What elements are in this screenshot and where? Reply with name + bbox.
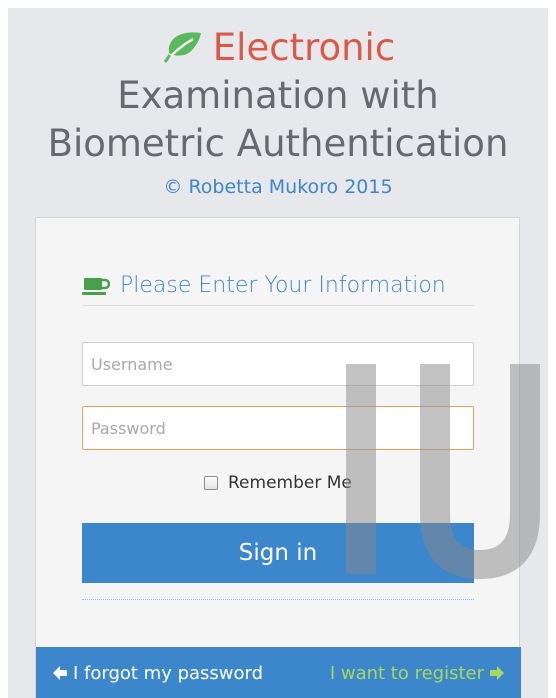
leaf-icon: [163, 32, 201, 63]
login-panel: Please Enter Your Information Remember M…: [35, 217, 521, 698]
register-link[interactable]: I want to register: [330, 663, 505, 684]
remember-me-label: Remember Me: [228, 473, 352, 493]
username-input[interactable]: [82, 342, 474, 386]
sign-in-button[interactable]: Sign in: [82, 523, 474, 583]
login-heading: Please Enter Your Information: [82, 266, 474, 306]
forgot-password-link[interactable]: I forgot my password: [52, 663, 263, 684]
copyright-text: © Robetta Mukoro 2015: [163, 176, 393, 198]
subtitle-line-2: Biometric Authentication: [47, 122, 509, 165]
login-heading-text: Please Enter Your Information: [120, 273, 446, 298]
forgot-password-label: I forgot my password: [73, 662, 264, 684]
brand-title: Electronic: [8, 24, 548, 72]
remember-me-checkbox[interactable]: [204, 476, 218, 490]
arrow-right-icon: [490, 666, 504, 680]
arrow-left-icon: [53, 666, 67, 680]
remember-me-toggle[interactable]: Remember Me: [204, 472, 352, 494]
site-header: Electronic Examination with Biometric Au…: [8, 24, 548, 200]
register-label: I want to register: [329, 662, 484, 684]
brand-word: Electronic: [212, 26, 396, 69]
coffee-cup-icon: [82, 277, 110, 295]
login-footer: I forgot my password I want to register: [36, 647, 521, 698]
divider: [82, 599, 474, 600]
password-input[interactable]: [82, 406, 474, 450]
page-background: Electronic Examination with Biometric Au…: [8, 8, 548, 698]
subtitle-line-1: Examination with: [117, 74, 439, 117]
